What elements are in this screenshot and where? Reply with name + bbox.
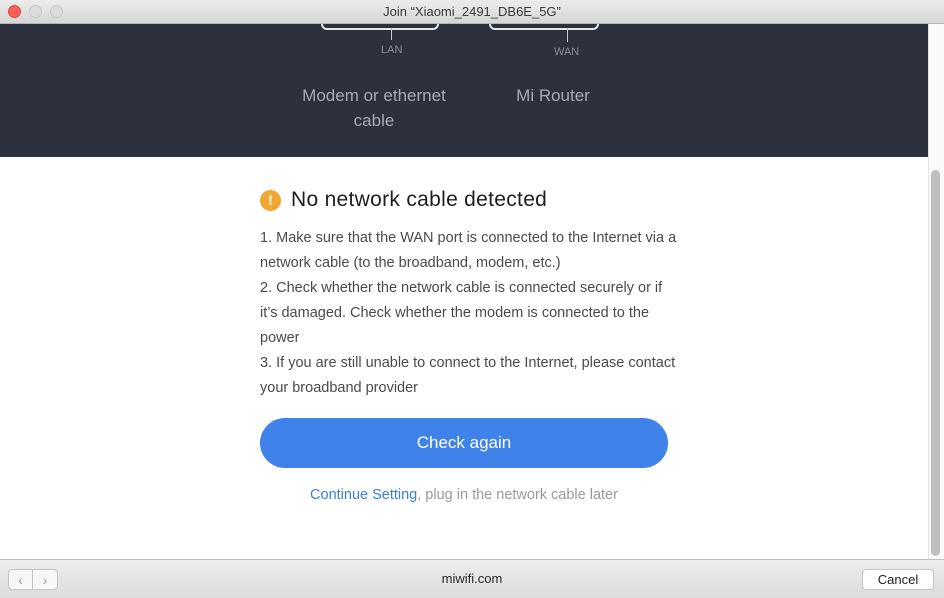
page-url: miwifi.com: [441, 571, 503, 586]
router-device-shape: [489, 24, 599, 30]
check-again-button[interactable]: Check again: [260, 418, 668, 468]
web-content: LAN WAN Modem or ethernet cable Mi Route…: [0, 24, 928, 559]
router-label: Mi Router: [516, 86, 590, 105]
instruction-item: 1. Make sure that the WAN port is connec…: [260, 230, 677, 271]
troubleshooting-instructions: 1. Make sure that the WAN port is connec…: [260, 226, 680, 401]
connection-diagram: LAN WAN Modem or ethernet cable Mi Route…: [0, 24, 928, 157]
continue-setting-note: , plug in the network cable later: [417, 487, 618, 503]
lan-port-label: LAN: [381, 44, 403, 56]
continue-setting-line: Continue Setting, plug in the network ca…: [0, 487, 928, 503]
alert-heading: ! No network cable detected: [260, 188, 547, 212]
instruction-item: 2. Check whether the network cable is co…: [260, 280, 663, 346]
alert-title: No network cable detected: [291, 188, 548, 211]
continue-setting-link[interactable]: Continue Setting: [310, 487, 417, 503]
scrollbar-thumb[interactable]: [931, 170, 940, 556]
bottom-toolbar: ‹ › miwifi.com Cancel: [0, 559, 944, 598]
wan-port-line: [567, 28, 568, 42]
modem-label: Modem or ethernet cable: [302, 86, 446, 130]
wan-port-label: WAN: [554, 46, 580, 58]
instruction-item: 3. If you are still unable to connect to…: [260, 355, 676, 396]
window-titlebar: Join “Xiaomi_2491_DB6E_5G”: [0, 0, 944, 24]
warning-icon: !: [260, 189, 281, 211]
cancel-button[interactable]: Cancel: [862, 569, 934, 590]
window-title: Join “Xiaomi_2491_DB6E_5G”: [383, 4, 561, 19]
lan-port-line: [391, 28, 392, 40]
modem-device-shape: [321, 24, 439, 30]
